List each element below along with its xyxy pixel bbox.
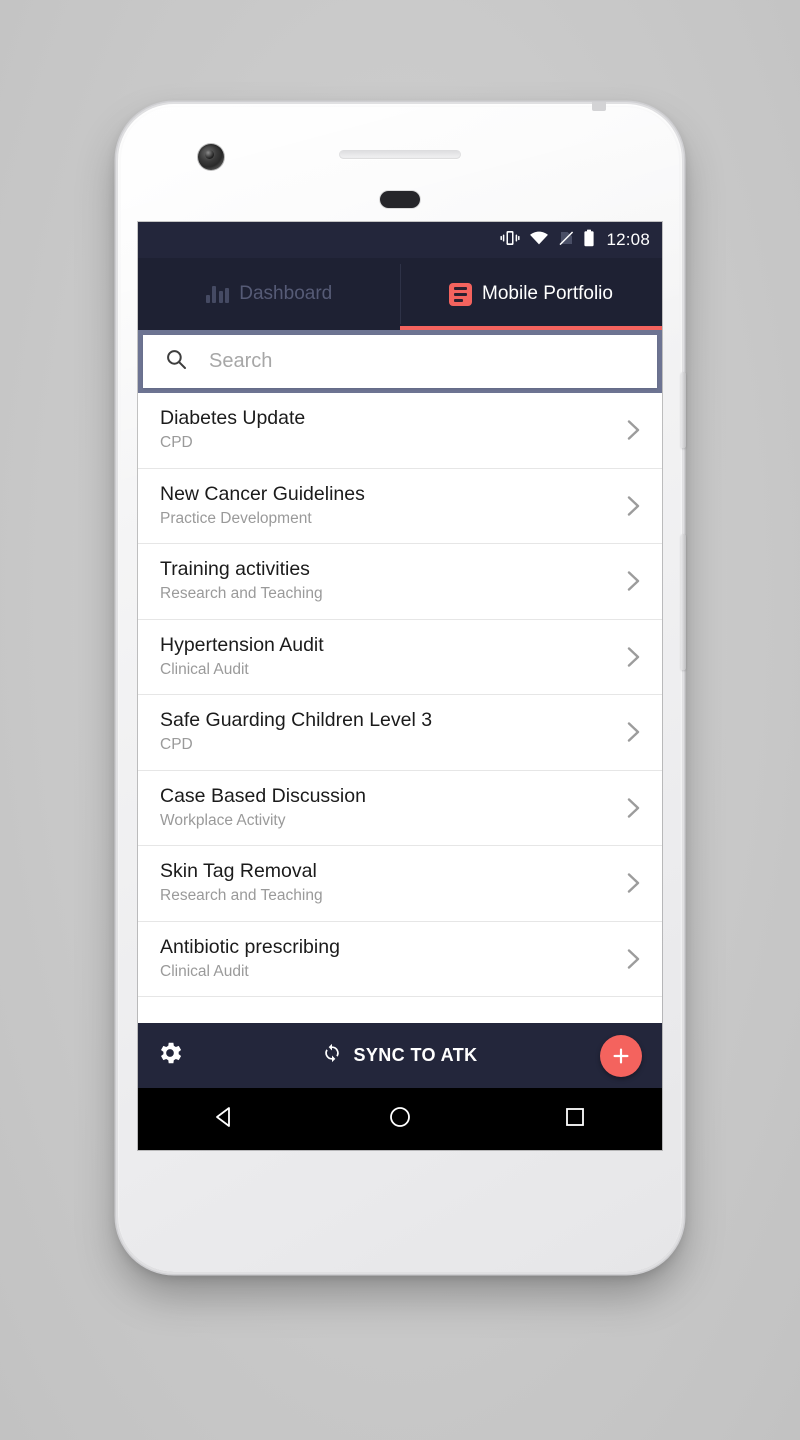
chevron-right-icon[interactable] — [604, 946, 662, 972]
search-icon — [165, 348, 187, 375]
portfolio-list[interactable]: Diabetes Update CPD New Cancer Guidelines P… — [138, 393, 662, 1023]
list-item[interactable]: Antibiotic prescribing Clinical Audit — [138, 921, 662, 997]
list-item-text: Skin Tag Removal Research and Teaching — [160, 859, 604, 907]
tab-mobile-portfolio[interactable]: Mobile Portfolio — [400, 258, 662, 330]
sync-button[interactable]: SYNC TO ATK — [138, 1043, 662, 1068]
search-input[interactable] — [209, 350, 657, 373]
add-entry-fab[interactable] — [600, 1034, 642, 1077]
list-item-subtitle: Research and Teaching — [160, 585, 323, 603]
list-item-title: Safe Guarding Children Level 3 — [160, 709, 433, 732]
phone-screen: 12:08 Dashboard Mobile Portfolio Search … — [138, 222, 662, 1150]
power-button[interactable] — [681, 372, 686, 448]
gear-icon[interactable] — [156, 1039, 184, 1072]
list-item-subtitle: Practice Development — [160, 509, 312, 527]
wifi-icon — [529, 230, 549, 251]
tab-dashboard[interactable]: Dashboard — [138, 258, 400, 330]
list-item-text: Training activities Research and Teaching — [160, 557, 604, 605]
tab-bar: Dashboard Mobile Portfolio — [138, 258, 662, 330]
list-item[interactable]: Case Based Discussion Workplace Activity — [138, 770, 662, 846]
list-item-subtitle: Workplace Activity — [160, 811, 286, 829]
sync-label: SYNC TO ATK — [353, 1045, 478, 1065]
list-item-title: Hypertension Audit — [160, 633, 324, 656]
tab-dashboard-label: Dashboard — [239, 283, 333, 304]
list-item[interactable]: Hypertension Audit Clinical Audit — [138, 619, 662, 695]
chevron-right-icon[interactable] — [604, 719, 662, 745]
sync-icon — [322, 1043, 342, 1068]
list-item-text: Diabetes Update CPD — [160, 406, 604, 454]
list-item-text: New Cancer Guidelines Practice Developmen… — [160, 482, 604, 530]
list-item-title: Training activities — [160, 558, 310, 581]
list-item-subtitle: CPD — [160, 434, 193, 452]
list-item[interactable]: Skin Tag Removal Research and Teaching — [138, 846, 662, 922]
active-tab-indicator — [400, 326, 662, 330]
list-item-title: Antibiotic prescribing — [160, 935, 340, 958]
status-bar: 12:08 — [138, 222, 662, 258]
tab-mobile-portfolio-label: Mobile Portfolio — [482, 283, 613, 304]
proximity-sensor — [380, 191, 420, 208]
chevron-right-icon[interactable] — [604, 870, 662, 896]
list-item[interactable]: New Cancer Guidelines Practice Developmen… — [138, 468, 662, 544]
list-item-text: Safe Guarding Children Level 3 CPD — [160, 708, 604, 756]
camera-icon — [198, 144, 224, 170]
search-bar-container — [138, 330, 662, 393]
list-item-text: Antibiotic prescribing Clinical Audit — [160, 935, 604, 983]
home-circle-icon[interactable] — [387, 1104, 413, 1135]
chevron-right-icon[interactable] — [604, 795, 662, 821]
list-item-text: Case Based Discussion Workplace Activity — [160, 784, 604, 832]
chevron-right-icon[interactable] — [604, 568, 662, 594]
list-item-subtitle: Clinical Audit — [160, 962, 249, 980]
volume-button[interactable] — [681, 534, 686, 670]
list-item-subtitle: Clinical Audit — [160, 660, 249, 678]
chevron-right-icon[interactable] — [604, 493, 662, 519]
list-item-subtitle: CPD — [160, 736, 193, 754]
status-clock: 12:08 — [606, 230, 650, 249]
list-item-title: New Cancer Guidelines — [160, 482, 365, 505]
list-item[interactable]: Training activities Research and Teaching — [138, 544, 662, 620]
list-item[interactable]: Safe Guarding Children Level 3 CPD — [138, 695, 662, 771]
antenna-line — [592, 102, 606, 111]
phone-device: 12:08 Dashboard Mobile Portfolio Search … — [118, 102, 686, 1272]
battery-icon — [583, 229, 595, 252]
chevron-right-icon[interactable] — [604, 644, 662, 670]
android-nav-bar — [138, 1088, 662, 1150]
no-sim-icon — [558, 230, 574, 251]
vibrate-icon — [500, 230, 521, 251]
plus-icon — [613, 1048, 629, 1063]
bottom-action-bar: SYNC TO ATK — [138, 1023, 662, 1088]
bar-chart-icon — [205, 285, 230, 303]
list-item-title: Skin Tag Removal — [160, 860, 317, 883]
recents-square-icon[interactable] — [562, 1104, 588, 1135]
list-item-text: Hypertension Audit Clinical Audit — [160, 633, 604, 681]
list-item-subtitle: Research and Teaching — [160, 887, 323, 905]
back-triangle-icon[interactable] — [212, 1104, 238, 1135]
chevron-right-icon[interactable] — [604, 417, 662, 443]
search-box[interactable] — [143, 335, 657, 388]
list-item[interactable]: Diabetes Update CPD — [138, 393, 662, 469]
earpiece-speaker — [339, 150, 461, 159]
article-icon — [449, 282, 473, 306]
list-item-title: Diabetes Update — [160, 407, 306, 430]
list-item-partial[interactable] — [138, 997, 662, 1023]
list-item-title: Case Based Discussion — [160, 784, 366, 807]
